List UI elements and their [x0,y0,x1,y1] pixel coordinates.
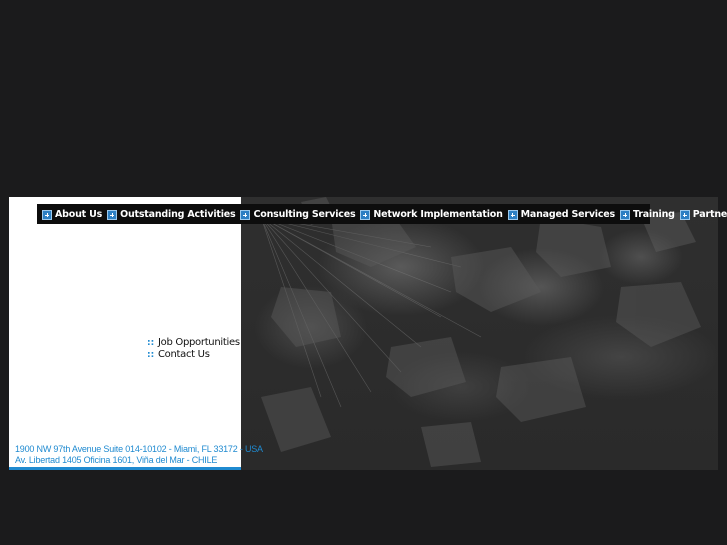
nav-item-consulting-services[interactable]: Consulting Services [240,208,356,220]
address-line-usa: 1900 NW 97th Avenue Suite 014-10102 - Mi… [15,444,263,454]
plus-icon [360,210,371,220]
nav-item-label: Training [633,208,675,220]
nav-item-label: Managed Services [520,208,616,220]
nav-item-network-implementation[interactable]: Network Implementation [360,208,503,220]
bullet-icon: :: [147,338,155,348]
header-panel [9,197,718,470]
nav-item-managed-services[interactable]: Managed Services [507,208,616,220]
hero-rays [260,197,701,467]
hero-artwork [241,197,718,470]
nav-item-label: Outstanding Activities [120,208,236,220]
plus-icon [679,210,690,220]
nav-item-label: Network Implementation [373,208,503,220]
plus-icon [507,210,518,220]
link-label: Job Opportunities [158,337,240,348]
plus-icon [42,210,52,220]
contact-us-link[interactable]: :: Contact Us [147,349,240,361]
nav-item-training[interactable]: Training [620,208,675,220]
plus-icon [620,210,630,220]
nav-item-label: Consulting Services [253,208,356,220]
nav-item-about-us[interactable]: About Us [42,208,102,220]
side-links: :: Job Opportunities :: Contact Us [147,337,240,361]
nav-item-partners[interactable]: Partners [679,208,727,220]
content-box [9,197,241,470]
link-label: Contact Us [158,349,210,360]
plus-icon [240,210,251,220]
nav-item-outstanding-activities[interactable]: Outstanding Activities [107,208,236,220]
job-opportunities-link[interactable]: :: Job Opportunities [147,337,240,349]
main-nav: About Us Outstanding Activities Consulti… [37,204,727,224]
nav-item-label: About Us [55,208,103,220]
accent-divider [9,467,241,470]
plus-icon [107,210,118,220]
address-line-chile: Av. Libertad 1405 Oficina 1601, Viña del… [15,454,218,465]
nav-item-label: Partners [692,208,727,220]
bullet-icon: :: [147,350,155,360]
address-block: 1900 NW 97th Avenue Suite 014-10102 - Mi… [15,444,263,465]
